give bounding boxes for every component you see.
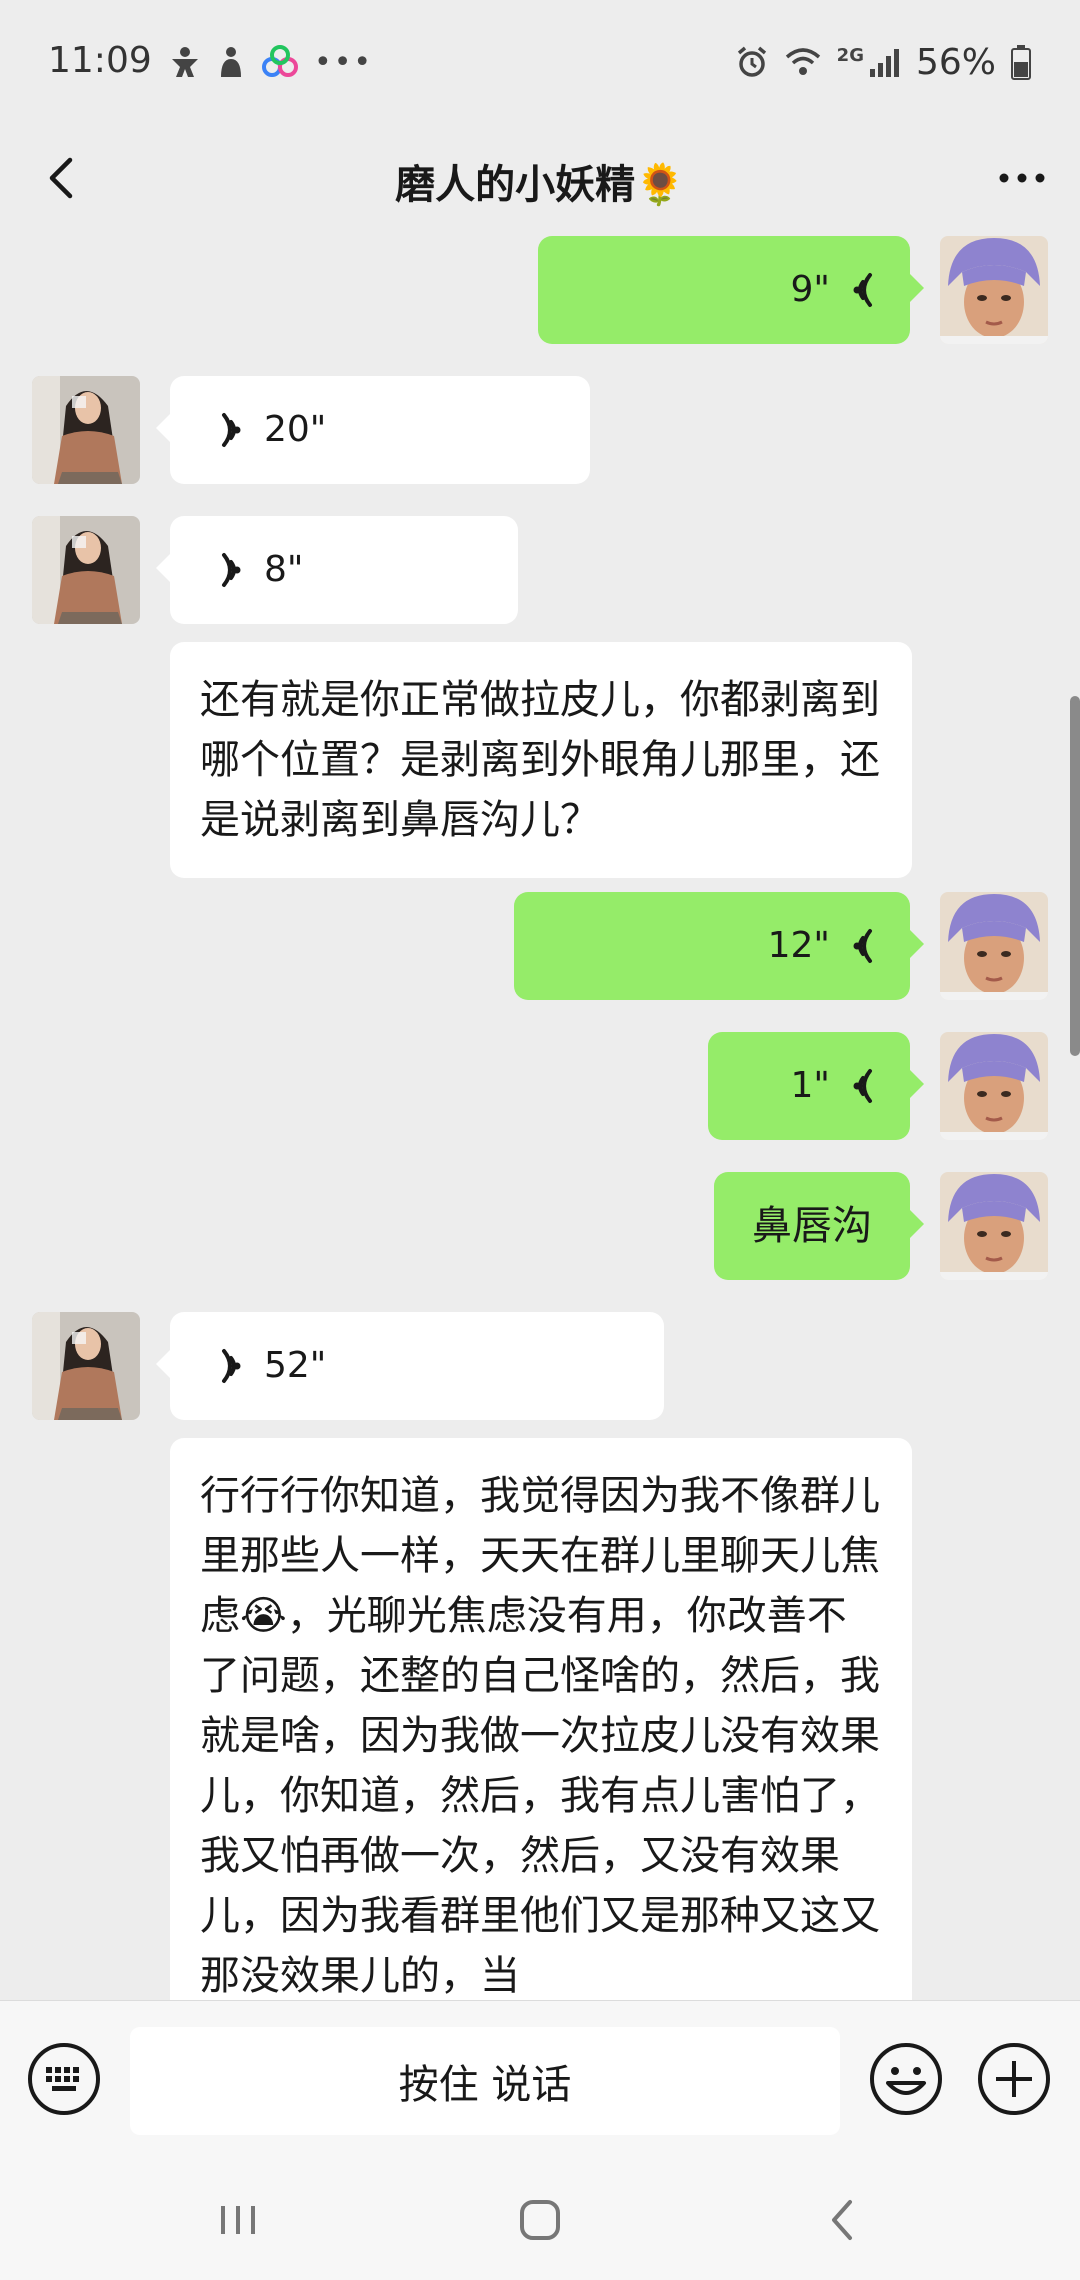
recents-icon[interactable] xyxy=(208,2190,268,2250)
cloud-app-icon xyxy=(262,45,298,77)
signal-icon xyxy=(869,49,899,77)
chat-title: 磨人的小妖精🌻 xyxy=(395,162,685,208)
message-incoming-text: 还有就是你正常做拉皮儿，你都剥离到哪个位置？是剥离到外眼角儿那里，还是说剥离到鼻… xyxy=(0,642,1080,878)
my-avatar[interactable] xyxy=(940,1172,1048,1280)
voice-duration: 9" xyxy=(790,269,830,310)
voice-wave-icon xyxy=(853,273,872,307)
voice-wave-icon xyxy=(222,1349,241,1383)
voice-duration: 20" xyxy=(264,409,327,450)
voice-message-bubble[interactable]: 8" xyxy=(156,516,518,624)
message-incoming-text: 行行行你知道，我觉得因为我不像群儿里那些人一样，天天在群儿里聊天儿焦虑😭，光聊光… xyxy=(0,1438,1080,2000)
message-outgoing-text: 鼻唇沟 xyxy=(0,1172,1080,1280)
status-bar: 11:09 ••• 2G 56% xyxy=(0,0,1080,130)
voice-message-bubble[interactable]: 12" xyxy=(514,892,924,1000)
message-incoming-voice: 20" xyxy=(0,376,1080,484)
more-notifications-icon: ••• xyxy=(314,44,374,80)
input-bar: 按住 说话 xyxy=(0,2000,1080,2161)
my-avatar[interactable] xyxy=(940,236,1048,344)
voice-wave-icon xyxy=(222,413,241,447)
plus-icon[interactable] xyxy=(976,2041,1052,2117)
contact-avatar[interactable] xyxy=(32,1312,140,1420)
my-avatar[interactable] xyxy=(940,892,1048,1000)
hold-to-talk-button[interactable]: 按住 说话 xyxy=(130,2027,840,2135)
voice-message-bubble[interactable]: 52" xyxy=(156,1312,664,1420)
home-icon[interactable] xyxy=(510,2190,570,2250)
app-notification-icon xyxy=(221,47,241,77)
more-icon[interactable] xyxy=(990,146,1054,210)
notification-icon xyxy=(172,47,198,77)
voice-message-bubble[interactable]: 20" xyxy=(156,376,590,484)
voice-message-bubble[interactable]: 9" xyxy=(538,236,924,344)
voice-message-bubble[interactable]: 1" xyxy=(708,1032,924,1140)
voice-duration: 8" xyxy=(264,549,304,590)
back-icon[interactable] xyxy=(812,2190,872,2250)
hold-to-talk-label: 按住 说话 xyxy=(398,2062,572,2108)
system-navigation-bar xyxy=(0,2160,1080,2280)
battery-percent: 56% xyxy=(915,41,996,83)
voice-duration: 12" xyxy=(767,925,830,966)
contact-avatar[interactable] xyxy=(32,376,140,484)
chat-header: 磨人的小妖精🌻 xyxy=(0,130,1080,226)
message-incoming-voice: 52" xyxy=(0,1312,1080,1420)
emoji-icon[interactable] xyxy=(868,2041,944,2117)
network-type: 2G xyxy=(836,44,864,66)
voice-wave-icon xyxy=(853,929,872,963)
message-text: 还有就是你正常做拉皮儿，你都剥离到哪个位置？是剥离到外眼角儿那里，还是说剥离到鼻… xyxy=(200,677,880,843)
message-list[interactable]: 9" 20" 8" 还有就是你正常做拉皮儿，你都剥离到哪个位置？是剥离到外眼角儿… xyxy=(0,226,1080,2000)
message-text: 鼻唇沟 xyxy=(752,1203,872,1249)
alarm-icon xyxy=(737,46,766,77)
contact-avatar[interactable] xyxy=(32,516,140,624)
voice-wave-icon xyxy=(222,553,241,587)
message-outgoing-voice: 9" xyxy=(0,236,1080,344)
message-incoming-voice: 8" xyxy=(0,516,1080,624)
wifi-icon xyxy=(785,48,820,75)
text-message-bubble[interactable]: 鼻唇沟 xyxy=(714,1172,924,1280)
message-outgoing-voice: 12" xyxy=(0,892,1080,1000)
scrollbar[interactable] xyxy=(1070,696,1080,1056)
my-avatar[interactable] xyxy=(940,1032,1048,1140)
battery-icon xyxy=(1011,45,1031,80)
message-text: 行行行你知道，我觉得因为我不像群儿里那些人一样，天天在群儿里聊天儿焦虑😭，光聊光… xyxy=(200,1473,880,1999)
text-message-bubble[interactable]: 行行行你知道，我觉得因为我不像群儿里那些人一样，天天在群儿里聊天儿焦虑😭，光聊光… xyxy=(170,1438,912,2000)
voice-wave-icon xyxy=(853,1069,872,1103)
voice-duration: 52" xyxy=(264,1345,327,1386)
status-time: 11:09 xyxy=(48,40,152,81)
message-outgoing-voice: 1" xyxy=(0,1032,1080,1140)
keyboard-icon[interactable] xyxy=(26,2041,102,2117)
voice-duration: 1" xyxy=(790,1065,830,1106)
text-message-bubble[interactable]: 还有就是你正常做拉皮儿，你都剥离到哪个位置？是剥离到外眼角儿那里，还是说剥离到鼻… xyxy=(170,642,912,878)
